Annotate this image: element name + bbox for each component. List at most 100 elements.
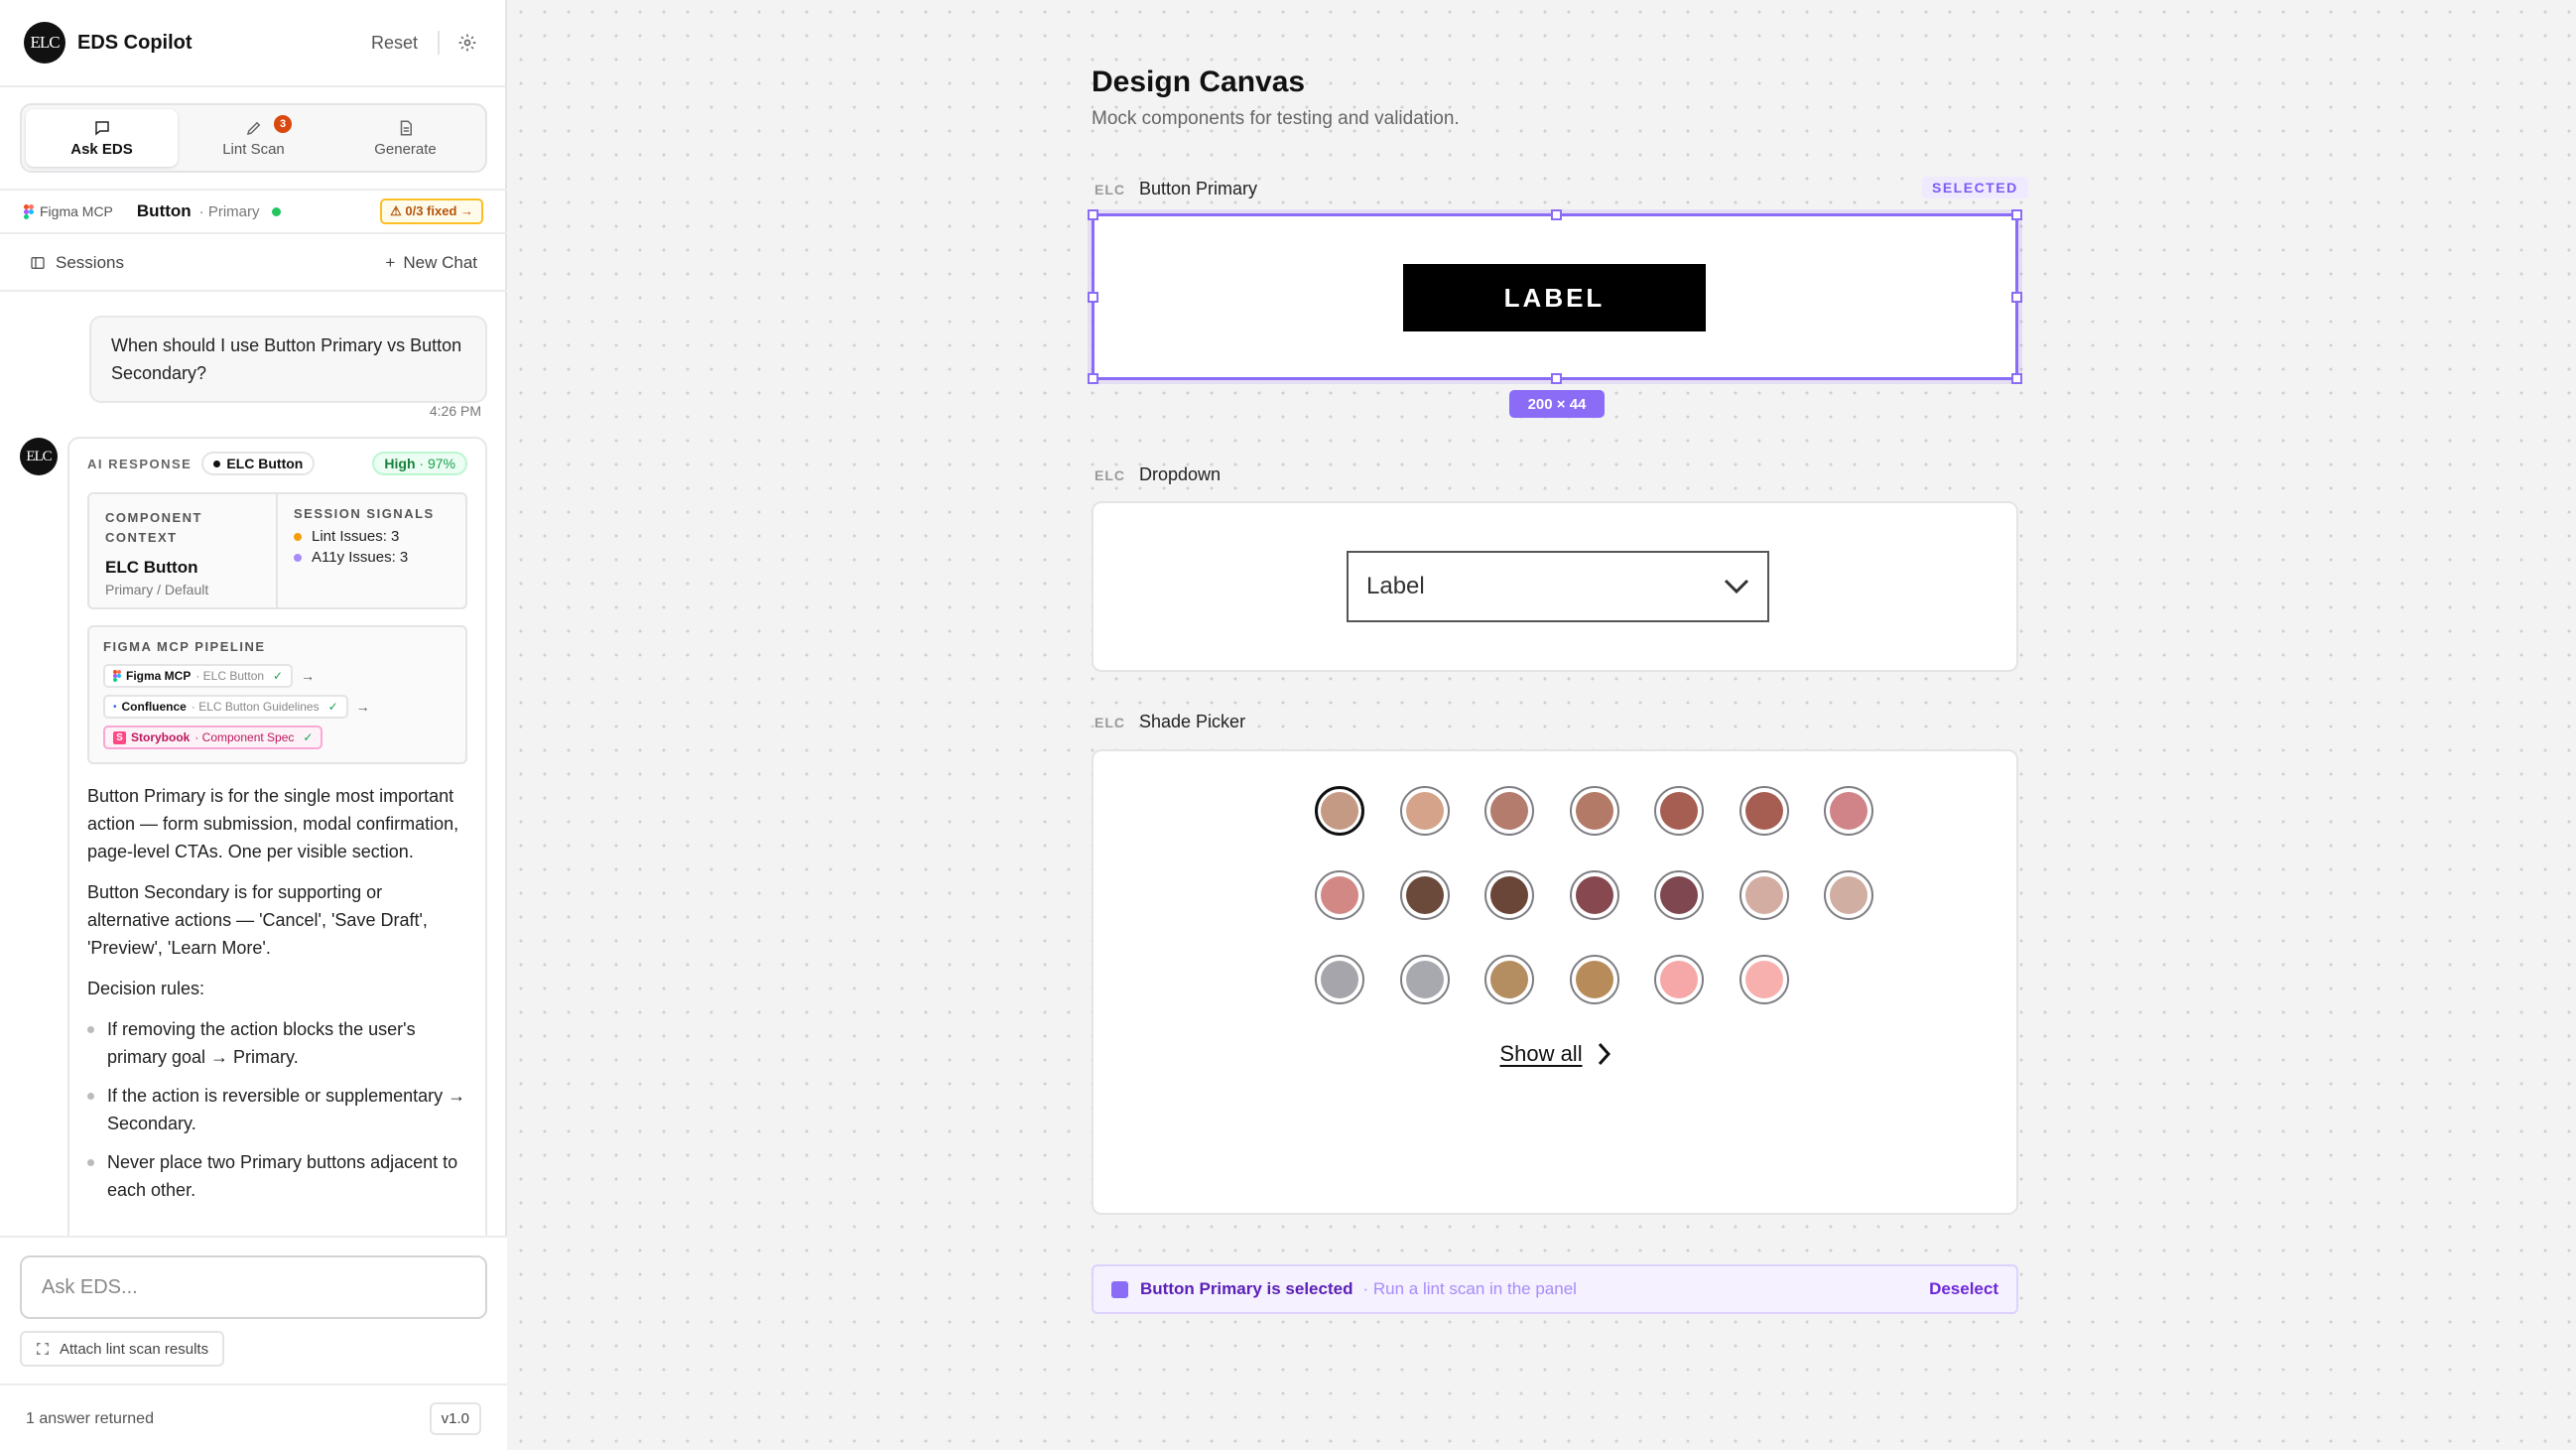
chat-icon	[94, 120, 109, 136]
ai-response-body: Button Primary is for the single most im…	[87, 782, 467, 1204]
resize-handle[interactable]	[2011, 209, 2022, 220]
shade-color-fill	[1744, 961, 1783, 998]
confidence-percent: · 97%	[419, 456, 455, 471]
shade-swatch[interactable]	[1739, 870, 1789, 920]
fixed-count-badge[interactable]: ⚠ 0/3 fixed →	[380, 198, 483, 224]
version-badge: v1.0	[429, 1402, 481, 1435]
shade-swatch[interactable]	[1315, 955, 1364, 1004]
arrow-right-icon: →	[355, 699, 370, 715]
sessions-button[interactable]: Sessions	[30, 253, 124, 273]
shade-swatch[interactable]	[1654, 786, 1704, 836]
shade-swatch[interactable]	[1654, 955, 1704, 1004]
resize-handle[interactable]	[1088, 373, 1098, 384]
shade-swatch[interactable]	[1739, 955, 1789, 1004]
canvas-title: Design Canvas	[1092, 66, 1306, 98]
shade-swatch[interactable]	[1315, 786, 1364, 836]
shade-swatch[interactable]	[1484, 786, 1534, 836]
component-context-panel: COMPONENT CONTEXT ELC Button Primary / D…	[89, 494, 278, 607]
confidence-badge: High · 97%	[372, 452, 467, 475]
attach-lint-results-button[interactable]: Attach lint scan results	[20, 1331, 225, 1367]
section-name: Shade Picker	[1139, 712, 1246, 731]
component-context-name: ELC Button	[105, 558, 198, 577]
shade-color-fill	[1490, 961, 1528, 998]
shade-swatch[interactable]	[1569, 955, 1619, 1004]
list-item: If the action is reversible or supplemen…	[87, 1082, 467, 1137]
tab-label: Generate	[374, 140, 437, 158]
arrow-right-icon: →	[301, 668, 316, 684]
canvas-subtitle: Mock components for testing and validati…	[1092, 108, 1460, 129]
resize-handle[interactable]	[1088, 292, 1098, 303]
shade-picker-frame: Show all	[1092, 749, 2018, 1215]
shade-swatch[interactable]	[1484, 955, 1534, 1004]
elc-tag: ELC	[1095, 714, 1125, 730]
button-primary-frame[interactable]: LABEL	[1088, 209, 2022, 384]
component-context-sub: Primary / Default	[105, 582, 209, 597]
selection-indicator	[1111, 1280, 1128, 1298]
lint-issues-signal: Lint Issues: 3	[294, 528, 450, 545]
context-component-name: Button	[136, 201, 192, 220]
user-message: When should I use Button Primary vs Butt…	[89, 316, 487, 403]
shade-color-fill	[1321, 792, 1358, 830]
scan-icon	[37, 1343, 49, 1355]
tab-lint-scan[interactable]: Lint Scan 3	[178, 109, 329, 167]
deselect-button[interactable]: Deselect	[1929, 1279, 1998, 1299]
shade-swatch[interactable]	[1399, 955, 1450, 1004]
tab-label: Lint Scan	[222, 140, 285, 158]
shade-swatch[interactable]	[1315, 870, 1364, 920]
shade-swatch[interactable]	[1484, 870, 1534, 920]
shade-swatch[interactable]	[1739, 786, 1789, 836]
shade-color-fill	[1830, 876, 1868, 914]
shade-swatch[interactable]	[1569, 786, 1619, 836]
shade-swatch[interactable]	[1399, 870, 1450, 920]
status-dot	[271, 206, 281, 216]
shade-color-fill	[1575, 961, 1613, 998]
shade-swatch[interactable]	[1654, 870, 1704, 920]
dropdown-select[interactable]: Label	[1347, 551, 1769, 622]
tab-generate[interactable]: Generate	[329, 109, 481, 167]
figma-source[interactable]: Figma MCP	[24, 203, 113, 219]
primary-button[interactable]: LABEL	[1403, 264, 1706, 331]
check-icon: ✓	[327, 700, 338, 714]
shade-color-fill	[1321, 961, 1358, 998]
component-chip: ELC Button	[201, 452, 316, 475]
confidence-level: High	[384, 456, 416, 471]
gear-icon[interactable]	[453, 29, 481, 57]
section-name: Button Primary	[1139, 179, 1258, 198]
figma-icon	[24, 203, 34, 219]
show-all-link[interactable]: Show all	[1094, 1041, 2016, 1067]
shade-swatch[interactable]	[1824, 870, 1873, 920]
status-footer: 1 answer returned v1.0	[0, 1384, 507, 1450]
message-timestamp: 4:26 PM	[429, 403, 481, 419]
resize-handle[interactable]	[2011, 292, 2022, 303]
ask-input[interactable]	[20, 1255, 487, 1319]
step-name: Figma MCP	[126, 669, 192, 683]
tab-ask-eds[interactable]: Ask EDS	[26, 109, 178, 167]
shade-swatch[interactable]	[1824, 786, 1873, 836]
shade-color-fill	[1490, 792, 1528, 830]
shade-swatch[interactable]	[1399, 786, 1450, 836]
session-signals-label: SESSION SIGNALS	[294, 506, 435, 521]
composer: Attach lint scan results 1 answer return…	[0, 1236, 507, 1450]
pencil-icon	[246, 121, 260, 135]
new-chat-button[interactable]: + New Chat	[385, 253, 477, 273]
shade-color-fill	[1660, 876, 1698, 914]
pipeline-step-storybook[interactable]: S Storybook · Component Spec ✓	[103, 725, 323, 749]
pipeline-label: FIGMA MCP PIPELINE	[103, 639, 266, 654]
resize-handle[interactable]	[1551, 209, 1562, 220]
step-sub: · Component Spec	[194, 730, 295, 744]
app-title: EDS Copilot	[77, 31, 193, 54]
pipeline-step-figma[interactable]: Figma MCP · ELC Button ✓	[103, 664, 294, 688]
signal-text: Lint Issues: 3	[312, 528, 400, 545]
list-item: Never place two Primary buttons adjacent…	[87, 1148, 467, 1204]
design-canvas: Design Canvas Mock components for testin…	[509, 0, 2576, 1450]
lint-count-badge: 3	[274, 115, 292, 133]
reset-button[interactable]: Reset	[361, 27, 428, 60]
pipeline-step-row: Figma MCP · ELC Button ✓ →	[103, 664, 451, 688]
show-all-label: Show all	[1499, 1041, 1583, 1066]
pipeline-step-confluence[interactable]: • Confluence · ELC Button Guidelines ✓	[103, 695, 348, 719]
resize-handle[interactable]	[1551, 373, 1562, 384]
resize-handle[interactable]	[2011, 373, 2022, 384]
new-chat-label: New Chat	[403, 253, 477, 272]
resize-handle[interactable]	[1088, 209, 1098, 220]
shade-swatch[interactable]	[1569, 870, 1619, 920]
